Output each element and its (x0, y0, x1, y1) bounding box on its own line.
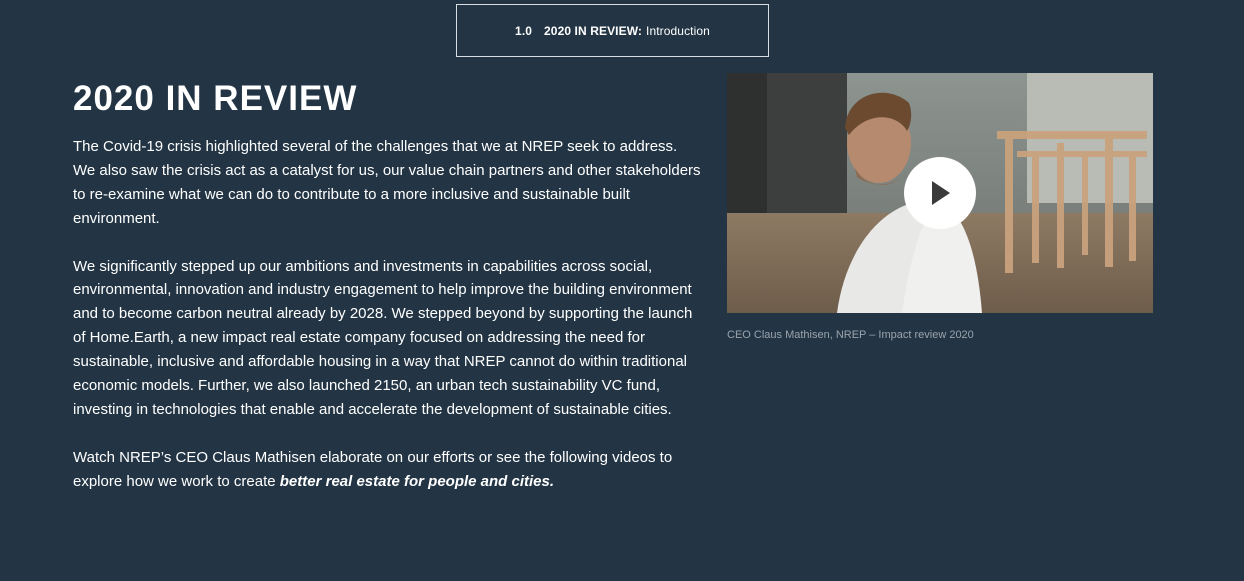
play-icon (932, 181, 950, 205)
section-number: 1.0 (515, 23, 533, 38)
video-player[interactable] (727, 73, 1153, 313)
play-button[interactable] (904, 157, 976, 229)
article-body: The Covid-19 crisis highlighted several … (73, 135, 703, 517)
video-caption: CEO Claus Mathisen, NREP – Impact review… (727, 329, 974, 341)
closing-emphasis: better real estate for people and cities… (279, 472, 555, 490)
section-tag: 1.0 2020 IN REVIEW: Introduction (456, 4, 769, 57)
page-title: 2020 IN REVIEW (73, 79, 358, 118)
section-subtitle: Introduction (646, 23, 710, 38)
paragraph-closing: Watch NREP’s CEO Claus Mathisen elaborat… (73, 446, 703, 494)
paragraph-intro: The Covid-19 crisis highlighted several … (73, 138, 701, 227)
paragraph-ambitions: We significantly stepped up our ambition… (73, 257, 693, 418)
section-title: 2020 IN REVIEW: (544, 23, 643, 38)
